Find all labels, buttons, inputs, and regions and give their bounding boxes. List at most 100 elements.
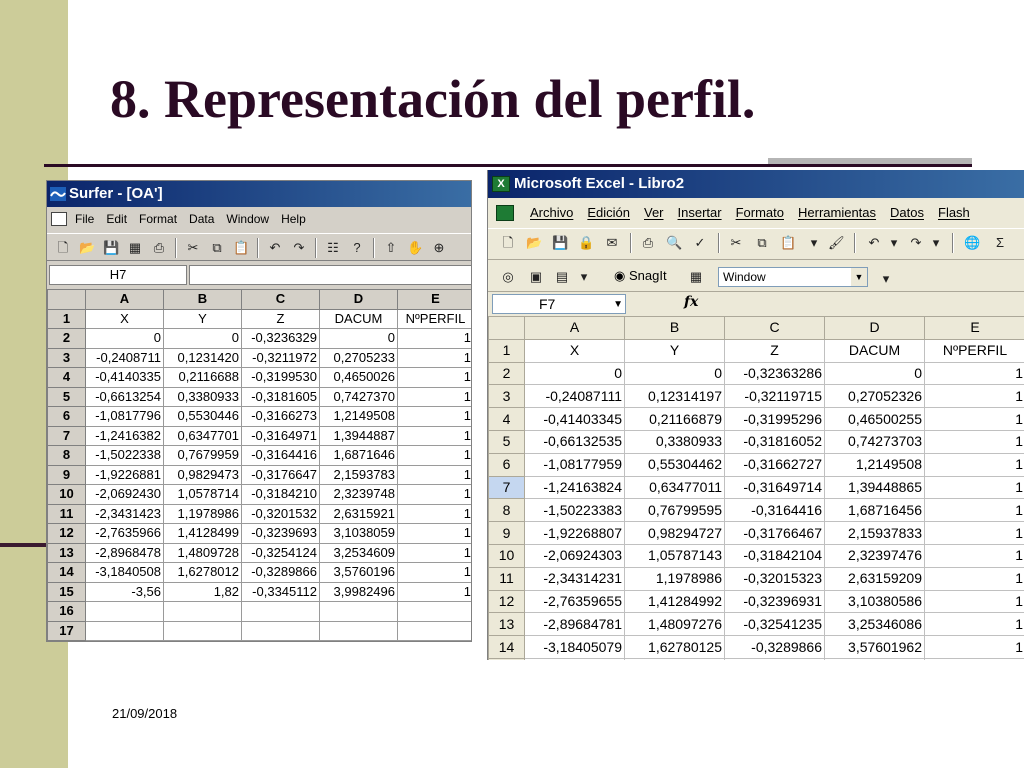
cell[interactable]: 1,82	[163, 581, 242, 602]
spelling-icon[interactable]: ✓	[692, 235, 708, 251]
cell[interactable]: -0,66132535	[524, 429, 625, 454]
cell[interactable]: 0	[319, 328, 398, 349]
help-pointer-icon[interactable]: ?	[349, 240, 365, 256]
cell[interactable]: -0,3181605	[241, 386, 320, 407]
cell[interactable]: 1,6278012	[163, 562, 242, 583]
cell[interactable]: 1,82	[624, 657, 725, 660]
row-header[interactable]: 5	[47, 386, 86, 407]
copy-icon[interactable]: ⧉	[754, 235, 770, 251]
cell[interactable]: 1	[397, 484, 471, 505]
copy-icon[interactable]: ⧉	[209, 240, 225, 256]
cell[interactable]: 1	[397, 328, 471, 349]
cell[interactable]: 1	[924, 498, 1024, 523]
capture-profile-icon[interactable]: ▦	[688, 269, 704, 285]
cell[interactable]: 0,6347701	[163, 425, 242, 446]
capture-mode-select[interactable]: Window ▼	[718, 267, 868, 287]
cell[interactable]: X	[85, 308, 164, 329]
cell[interactable]: -0,6613254	[85, 386, 164, 407]
chevron-down-icon[interactable]: ▾	[806, 235, 822, 251]
print-icon[interactable]: ⎙	[151, 240, 167, 256]
cell[interactable]: 1,62780125	[624, 635, 725, 659]
cell[interactable]: 0,21166879	[624, 407, 725, 431]
cell[interactable]: Z	[241, 308, 320, 329]
row-header[interactable]: 10	[488, 543, 525, 568]
row-header[interactable]: 11	[47, 503, 86, 524]
new-icon[interactable]: 🗋	[55, 240, 71, 256]
row-header[interactable]: 5	[488, 429, 525, 454]
cell[interactable]: 1	[924, 475, 1024, 500]
cell[interactable]: 2,15937833	[824, 521, 925, 545]
cell[interactable]: Y	[624, 338, 725, 363]
column-header-c[interactable]: C	[724, 316, 825, 340]
arrow-up-icon[interactable]: ⇧	[383, 240, 399, 256]
cell[interactable]: 0,2705233	[319, 347, 398, 368]
row-header[interactable]: 6	[47, 406, 86, 427]
cell[interactable]: 1	[397, 425, 471, 446]
print-icon[interactable]: ⎙	[640, 235, 656, 251]
cell[interactable]: 1	[924, 657, 1024, 660]
cell[interactable]: -0,3199530	[241, 367, 320, 388]
fx-icon[interactable]: fx	[684, 294, 698, 310]
cell[interactable]: -1,92268807	[524, 521, 625, 545]
cell[interactable]: -0,3201532	[241, 503, 320, 524]
row-header[interactable]: 2	[47, 328, 86, 349]
cell[interactable]: -0,3345112	[241, 581, 320, 602]
cell[interactable]: 0,27052326	[824, 384, 925, 409]
cell[interactable]: 0	[85, 328, 164, 349]
column-header-a[interactable]: A	[524, 316, 625, 340]
cell[interactable]: 0,7427370	[319, 386, 398, 407]
permission-icon[interactable]: 🔒	[578, 235, 594, 251]
cell[interactable]: 1	[397, 464, 471, 485]
cell[interactable]: 1,41284992	[624, 589, 725, 614]
row-header[interactable]: 15	[47, 581, 86, 602]
cell[interactable]	[241, 601, 320, 622]
cut-icon[interactable]: ✂	[185, 240, 201, 256]
cell[interactable]: -2,0692430	[85, 484, 164, 505]
cut-icon[interactable]: ✂	[728, 235, 744, 251]
cell[interactable]: 1	[924, 452, 1024, 477]
cell[interactable]	[397, 620, 471, 641]
row-header[interactable]: 1	[488, 338, 525, 363]
cell[interactable]: 0,12314197	[624, 384, 725, 409]
menu-data[interactable]: Data	[189, 212, 214, 226]
cell[interactable]: 0,3380933	[624, 429, 725, 454]
workbook-icon[interactable]	[496, 205, 514, 221]
menu-edicin[interactable]: Edición	[587, 205, 630, 220]
cell[interactable]: -0,3164971	[241, 425, 320, 446]
row-header[interactable]: 8	[47, 445, 86, 466]
surfer-cell-ref[interactable]: H7	[49, 265, 187, 285]
cell[interactable]: 1,3944887	[319, 425, 398, 446]
cell[interactable]: -1,2416382	[85, 425, 164, 446]
cell[interactable]: NºPERFIL	[924, 338, 1024, 363]
cell[interactable]: -0,32015323	[724, 566, 825, 591]
cell[interactable]: -0,3236329	[241, 328, 320, 349]
cell[interactable]: 0,3380933	[163, 386, 242, 407]
cell[interactable]: 3,5760196	[319, 562, 398, 583]
cell[interactable]: 3,1038059	[319, 523, 398, 544]
row-header[interactable]: 12	[47, 523, 86, 544]
cell[interactable]: 1	[397, 523, 471, 544]
row-header[interactable]: 14	[488, 635, 525, 659]
cell[interactable]: -0,32119715	[724, 384, 825, 409]
cell[interactable]: 1	[924, 635, 1024, 659]
cell[interactable]: 1,6871646	[319, 445, 398, 466]
cell[interactable]: 0	[163, 328, 242, 349]
cell[interactable]: -1,24163824	[524, 475, 625, 500]
cell[interactable]: 2,6315921	[319, 503, 398, 524]
column-header-e[interactable]: E	[397, 289, 471, 310]
row-header[interactable]: 7	[47, 425, 86, 446]
row-header[interactable]: 12	[488, 589, 525, 614]
select-all-corner[interactable]	[47, 289, 86, 310]
cell[interactable]: -3,56	[85, 581, 164, 602]
cell[interactable]: 0,4650026	[319, 367, 398, 388]
cell[interactable]: -0,32363286	[724, 361, 825, 386]
cell[interactable]: DACUM	[824, 338, 925, 363]
cell[interactable]: 1	[924, 566, 1024, 591]
cell[interactable]: 1	[924, 589, 1024, 614]
cell[interactable]	[397, 601, 471, 622]
cell[interactable]: -0,31649714	[724, 475, 825, 500]
hand-icon[interactable]: ✋	[407, 240, 423, 256]
cell[interactable]: -0,3184210	[241, 484, 320, 505]
menu-file[interactable]: File	[75, 212, 94, 226]
column-header-b[interactable]: B	[624, 316, 725, 340]
